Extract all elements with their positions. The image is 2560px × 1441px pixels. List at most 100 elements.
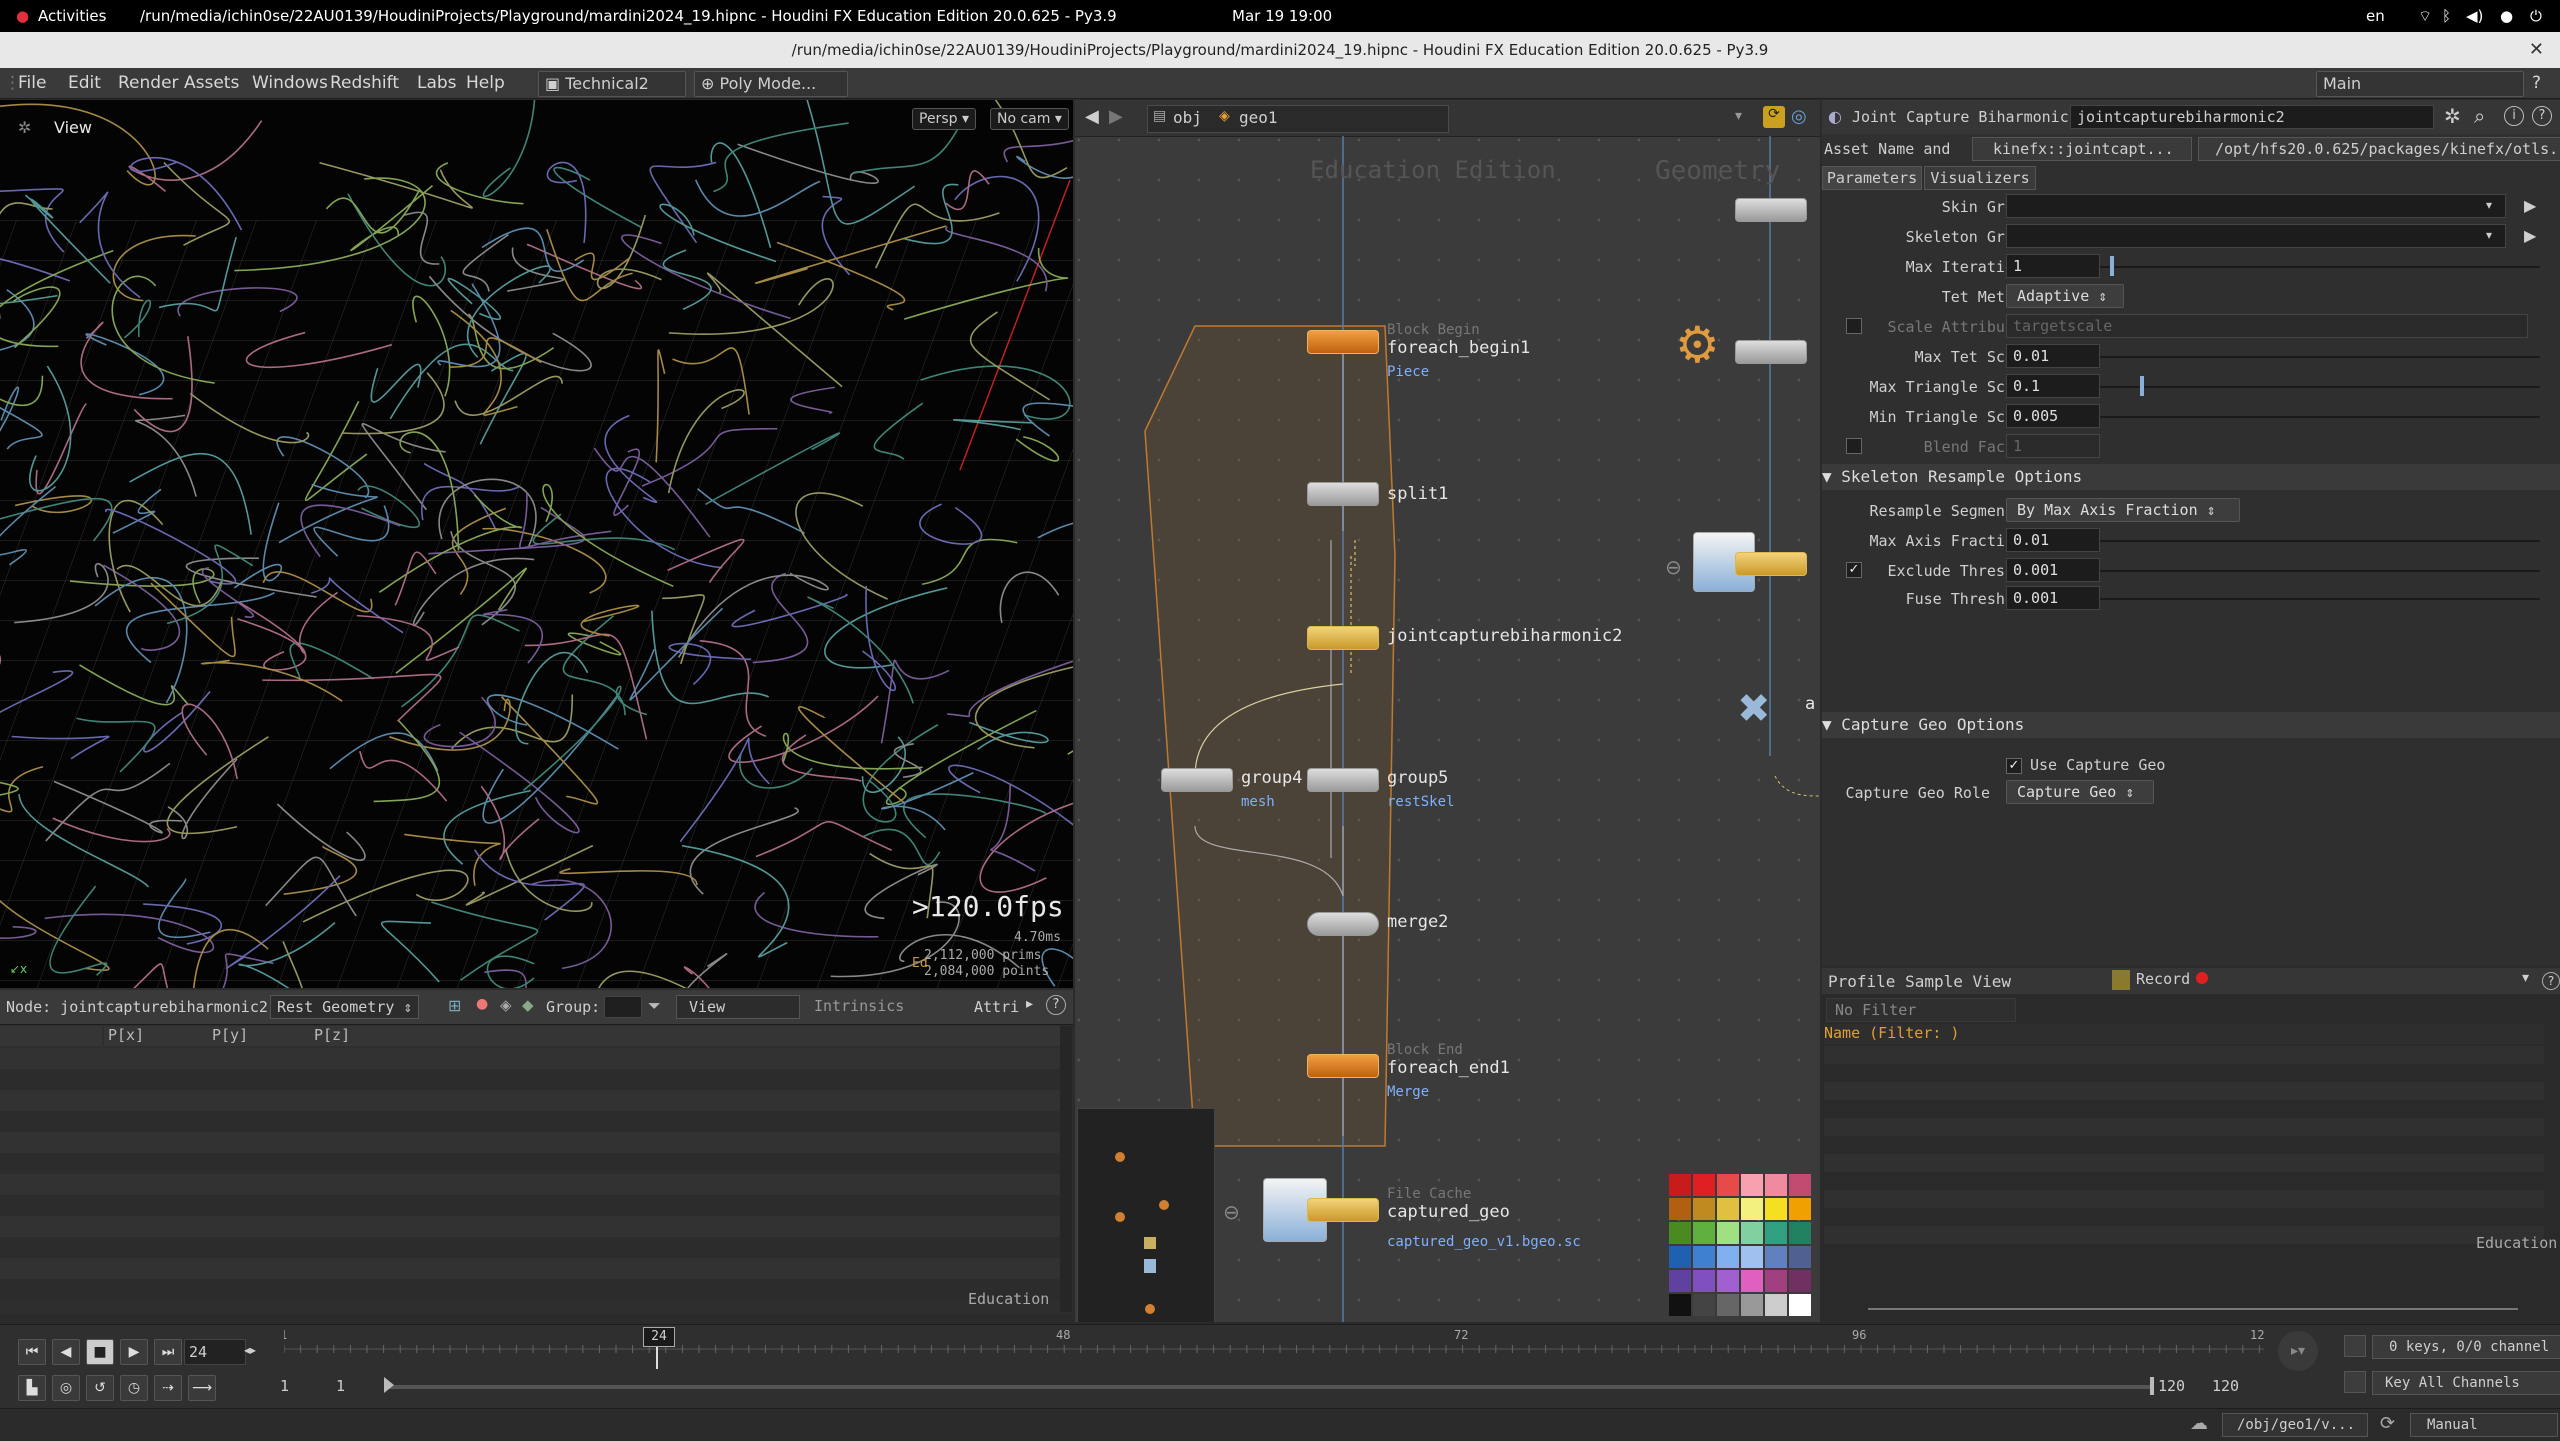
- vertex-class-icon[interactable]: ◈: [500, 996, 512, 1014]
- group4-name[interactable]: group4: [1241, 768, 1302, 788]
- play-forward-button[interactable]: ▶: [120, 1339, 148, 1365]
- microphone-icon[interactable]: ●: [2500, 7, 2513, 25]
- color-swatch[interactable]: [1693, 1174, 1715, 1196]
- color-swatch[interactable]: [1693, 1270, 1715, 1292]
- color-swatch[interactable]: [1741, 1246, 1763, 1268]
- keyframes-icon[interactable]: [2344, 1335, 2366, 1357]
- node-group4[interactable]: [1161, 768, 1233, 792]
- help-icon[interactable]: ?: [2532, 106, 2552, 126]
- record-icon[interactable]: [2112, 970, 2130, 990]
- color-swatch[interactable]: [1717, 1222, 1739, 1244]
- color-swatch[interactable]: [1789, 1246, 1811, 1268]
- attrib-class-icon[interactable]: ⊞: [448, 996, 461, 1015]
- color-swatch[interactable]: [1717, 1246, 1739, 1268]
- column-header-py[interactable]: P[y]: [208, 1026, 312, 1046]
- range-start2-field[interactable]: 1: [336, 1377, 345, 1395]
- point-class-icon[interactable]: ●: [476, 996, 488, 1012]
- menu-help[interactable]: Help: [466, 73, 505, 93]
- fuse-field[interactable]: 0.001: [2006, 586, 2100, 610]
- profile-name-column[interactable]: Name (Filter: ): [1824, 1024, 2544, 1044]
- camera-select-menu[interactable]: No cam ▾: [990, 108, 1069, 130]
- spreadsheet-scrollbar[interactable]: [1060, 1026, 1072, 1312]
- skeleton-resample-section[interactable]: ▼ Skeleton Resample Options: [1822, 464, 2560, 490]
- path-dropdown-icon[interactable]: ▾: [1735, 108, 1742, 124]
- max-iterations-handle[interactable]: [2110, 256, 2114, 276]
- filecache-name[interactable]: captured_geo: [1387, 1202, 1510, 1222]
- filter-icon[interactable]: ⏷: [648, 996, 661, 1016]
- status-path[interactable]: /obj/geo1/v...: [2222, 1413, 2368, 1437]
- search-icon[interactable]: ⌕: [2474, 104, 2485, 128]
- key-all-channels-menu[interactable]: Key All Channels: [2372, 1371, 2560, 1395]
- color-swatch[interactable]: [1765, 1294, 1787, 1316]
- color-swatch[interactable]: [1765, 1246, 1787, 1268]
- timeline-ruler[interactable]: 12448729612: [284, 1325, 2264, 1365]
- profile-filter[interactable]: No Filter: [1826, 998, 2016, 1022]
- go-to-end-button[interactable]: ⏭: [154, 1339, 182, 1365]
- activities-button[interactable]: Activities: [38, 7, 106, 25]
- color-swatch[interactable]: [1741, 1174, 1763, 1196]
- node-jointcapturebiharmonic[interactable]: [1307, 626, 1379, 650]
- color-swatch[interactable]: [1693, 1222, 1715, 1244]
- intrinsics-menu[interactable]: Intrinsics: [800, 995, 974, 1017]
- max-axis-field[interactable]: 0.01: [2006, 528, 2100, 552]
- bluetooth-icon[interactable]: ᛒ: [2442, 7, 2451, 25]
- range-start-handle[interactable]: [384, 1377, 394, 1393]
- menu-file[interactable]: File: [18, 73, 46, 93]
- audio-icon[interactable]: ▙: [18, 1375, 46, 1401]
- path-obj[interactable]: obj: [1173, 108, 1202, 127]
- color-swatch[interactable]: [1741, 1222, 1763, 1244]
- merge-name[interactable]: merge2: [1387, 912, 1448, 932]
- back-arrow-icon[interactable]: ◀: [1085, 106, 1099, 127]
- polymode-selector[interactable]: ⊕ Poly Mode...: [694, 71, 848, 97]
- gear-node-icon[interactable]: ⚙: [1675, 316, 1720, 374]
- exclude-field[interactable]: 0.001: [2006, 558, 2100, 582]
- view-menu[interactable]: View: [676, 995, 800, 1019]
- color-swatch[interactable]: [1717, 1294, 1739, 1316]
- max-tri-scale-handle[interactable]: [2140, 376, 2144, 396]
- max-iterations-field[interactable]: 1: [2006, 254, 2100, 278]
- resample-menu[interactable]: By Max Axis Fraction ⇕: [2006, 498, 2240, 522]
- viewport-canvas[interactable]: [0, 100, 1073, 988]
- exclude-slider[interactable]: [2100, 570, 2540, 572]
- scene-viewport[interactable]: ✲ View Persp ▾ No cam ▾ >120.0fps 4.70ms…: [0, 100, 1073, 988]
- playhead-frame-label[interactable]: 24: [643, 1327, 675, 1347]
- color-swatch[interactable]: [1669, 1222, 1691, 1244]
- network-minimap[interactable]: [1077, 1108, 1215, 1322]
- playhead[interactable]: [656, 1347, 658, 1369]
- wifi-icon[interactable]: ⌔: [2418, 7, 2432, 26]
- color-swatch[interactable]: [1741, 1294, 1763, 1316]
- right-node-gear[interactable]: [1735, 340, 1807, 364]
- range-end-handle[interactable]: [2150, 1377, 2154, 1395]
- group-field[interactable]: [604, 996, 642, 1018]
- color-swatch[interactable]: [1765, 1198, 1787, 1220]
- tab-parameters[interactable]: Parameters: [1822, 166, 1922, 190]
- right-x-node-icon[interactable]: ✖: [1737, 686, 1771, 732]
- color-swatch[interactable]: [1789, 1222, 1811, 1244]
- menu-assets[interactable]: Assets: [184, 73, 239, 93]
- forward-arrow-icon[interactable]: ▶: [1109, 106, 1123, 127]
- use-capture-geo-checkbox[interactable]: ✓: [2006, 758, 2022, 774]
- asset-name-menu[interactable]: kinefx::jointcapt...: [1972, 137, 2192, 161]
- right-node-filecache[interactable]: [1735, 552, 1807, 576]
- skin-group-dropdown-icon[interactable]: ▾: [2486, 198, 2492, 212]
- loop-icon[interactable]: ↺: [86, 1375, 114, 1401]
- range-end2-field[interactable]: 120: [2212, 1377, 2239, 1395]
- current-frame-field[interactable]: 24: [184, 1339, 246, 1365]
- volume-icon[interactable]: ◀): [2466, 7, 2483, 25]
- node-merge[interactable]: [1307, 912, 1379, 936]
- color-swatch[interactable]: [1741, 1198, 1763, 1220]
- menu-edit[interactable]: Edit: [68, 73, 101, 93]
- panel-menu-icon[interactable]: ▾: [2522, 970, 2529, 986]
- help-icon[interactable]: ?: [2542, 972, 2560, 990]
- color-swatch[interactable]: [1717, 1270, 1739, 1292]
- blend-factor-field[interactable]: 1: [2006, 434, 2100, 458]
- profile-range-slider[interactable]: [1868, 1308, 2518, 1310]
- color-swatch[interactable]: [1693, 1294, 1715, 1316]
- min-tri-scale-slider[interactable]: [2100, 416, 2540, 418]
- color-swatch[interactable]: [1765, 1222, 1787, 1244]
- range-end-field[interactable]: 120: [2158, 1377, 2185, 1395]
- color-swatch[interactable]: [1669, 1174, 1691, 1196]
- language-indicator[interactable]: en: [2366, 7, 2385, 25]
- color-swatch[interactable]: [1765, 1270, 1787, 1292]
- capture-geo-section[interactable]: ▼ Capture Geo Options: [1822, 712, 2560, 738]
